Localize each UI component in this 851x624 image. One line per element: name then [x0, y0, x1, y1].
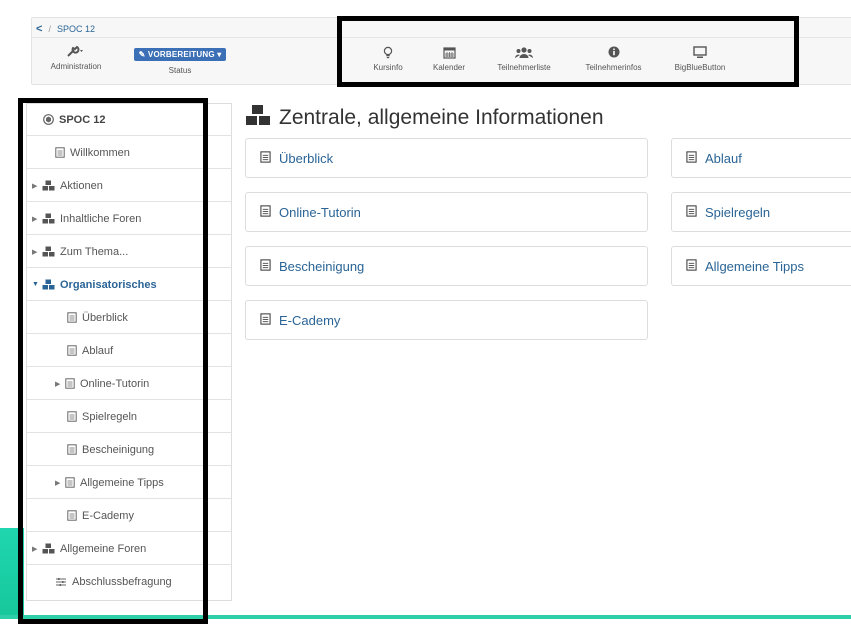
card-label: Online-Tutorin	[279, 204, 361, 220]
content-card-e-cademy[interactable]: E-Cademy	[245, 300, 648, 340]
content-card-allgemeine-tipps[interactable]: Allgemeine Tipps	[671, 246, 851, 286]
status-dropdown[interactable]: ✎ VORBEREITUNG ▾ Status	[129, 44, 231, 75]
page-icon	[686, 204, 697, 220]
page-icon	[686, 258, 697, 274]
breadcrumb: < / SPOC 12	[36, 23, 95, 35]
card-label: Allgemeine Tipps	[705, 258, 804, 274]
page-icon	[260, 204, 271, 220]
back-icon[interactable]: <	[36, 23, 42, 35]
breadcrumb-course-link[interactable]: SPOC 12	[57, 24, 95, 34]
status-label: Status	[168, 66, 192, 75]
toolbar-highlight-frame	[337, 16, 799, 87]
sidebar-highlight-frame	[18, 98, 208, 624]
content-card-spielregeln[interactable]: Spielregeln	[671, 192, 851, 232]
card-label: Bescheinigung	[279, 258, 365, 274]
cubes-icon	[245, 104, 271, 132]
status-badge[interactable]: ✎ VORBEREITUNG ▾	[133, 48, 227, 61]
wrench-icon	[36, 44, 116, 60]
page-icon	[260, 312, 271, 328]
card-label: E-Cademy	[279, 312, 341, 328]
administration-label: Administration	[50, 62, 102, 71]
administration-button[interactable]: Administration	[36, 44, 116, 71]
card-label: Ablauf	[705, 150, 742, 166]
content-card-bescheinigung[interactable]: Bescheinigung	[245, 246, 648, 286]
page-icon	[686, 150, 697, 166]
card-label: Überblick	[279, 150, 334, 166]
status-badge-text: VORBEREITUNG	[147, 50, 215, 59]
page-title: Zentrale, allgemeine Informationen	[245, 104, 604, 132]
content-card-ueberblick[interactable]: Überblick	[245, 138, 648, 178]
breadcrumb-separator: /	[48, 24, 51, 34]
page-icon	[260, 258, 271, 274]
content-card-ablauf[interactable]: Ablauf	[671, 138, 851, 178]
page-icon	[260, 150, 271, 166]
card-label: Spielregeln	[705, 204, 771, 220]
content-card-online-tutorin[interactable]: Online-Tutorin	[245, 192, 648, 232]
page-title-text: Zentrale, allgemeine Informationen	[279, 106, 604, 129]
